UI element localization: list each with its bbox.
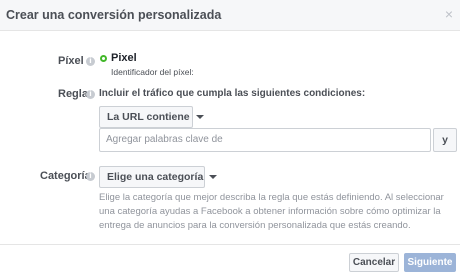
url-condition-label: La URL contiene (107, 111, 190, 123)
pixel-label: Píxel (58, 55, 84, 67)
cancel-button[interactable]: Cancelar (349, 253, 399, 272)
custom-conversion-dialog: Crear una conversión personalizada × Píx… (0, 0, 460, 280)
category-select-label: Elige una categoría (107, 171, 204, 183)
dialog-header: Crear una conversión personalizada × (0, 0, 460, 31)
dialog-title: Crear una conversión personalizada (6, 8, 222, 22)
keyword-input[interactable]: Agregar palabras clave de (99, 128, 431, 152)
pixel-name: Pixel (111, 52, 137, 64)
rule-label: Regla (58, 88, 88, 100)
footer-divider (0, 244, 460, 245)
chevron-down-icon (209, 175, 218, 179)
pixel-id-label: Identificador del píxel: (111, 67, 194, 77)
pixel-status-icon (100, 55, 107, 62)
category-help-text: Elige la categoría que mejor describa la… (99, 192, 444, 231)
category-dropdown[interactable]: Elige una categoría (99, 166, 218, 188)
category-label: Categoría (40, 170, 91, 182)
next-button[interactable]: Siguiente (404, 253, 456, 272)
rule-description: Incluir el tráfico que cumpla las siguie… (99, 88, 366, 99)
url-condition-dropdown[interactable]: La URL contiene (99, 106, 204, 128)
keyword-placeholder: Agregar palabras clave de (106, 134, 223, 145)
chevron-down-icon (195, 115, 204, 119)
info-icon[interactable]: i (86, 90, 95, 99)
info-icon[interactable]: i (86, 172, 95, 181)
info-icon[interactable]: i (86, 57, 95, 66)
and-condition-button[interactable]: y (433, 128, 457, 152)
close-icon[interactable]: × (445, 7, 453, 21)
